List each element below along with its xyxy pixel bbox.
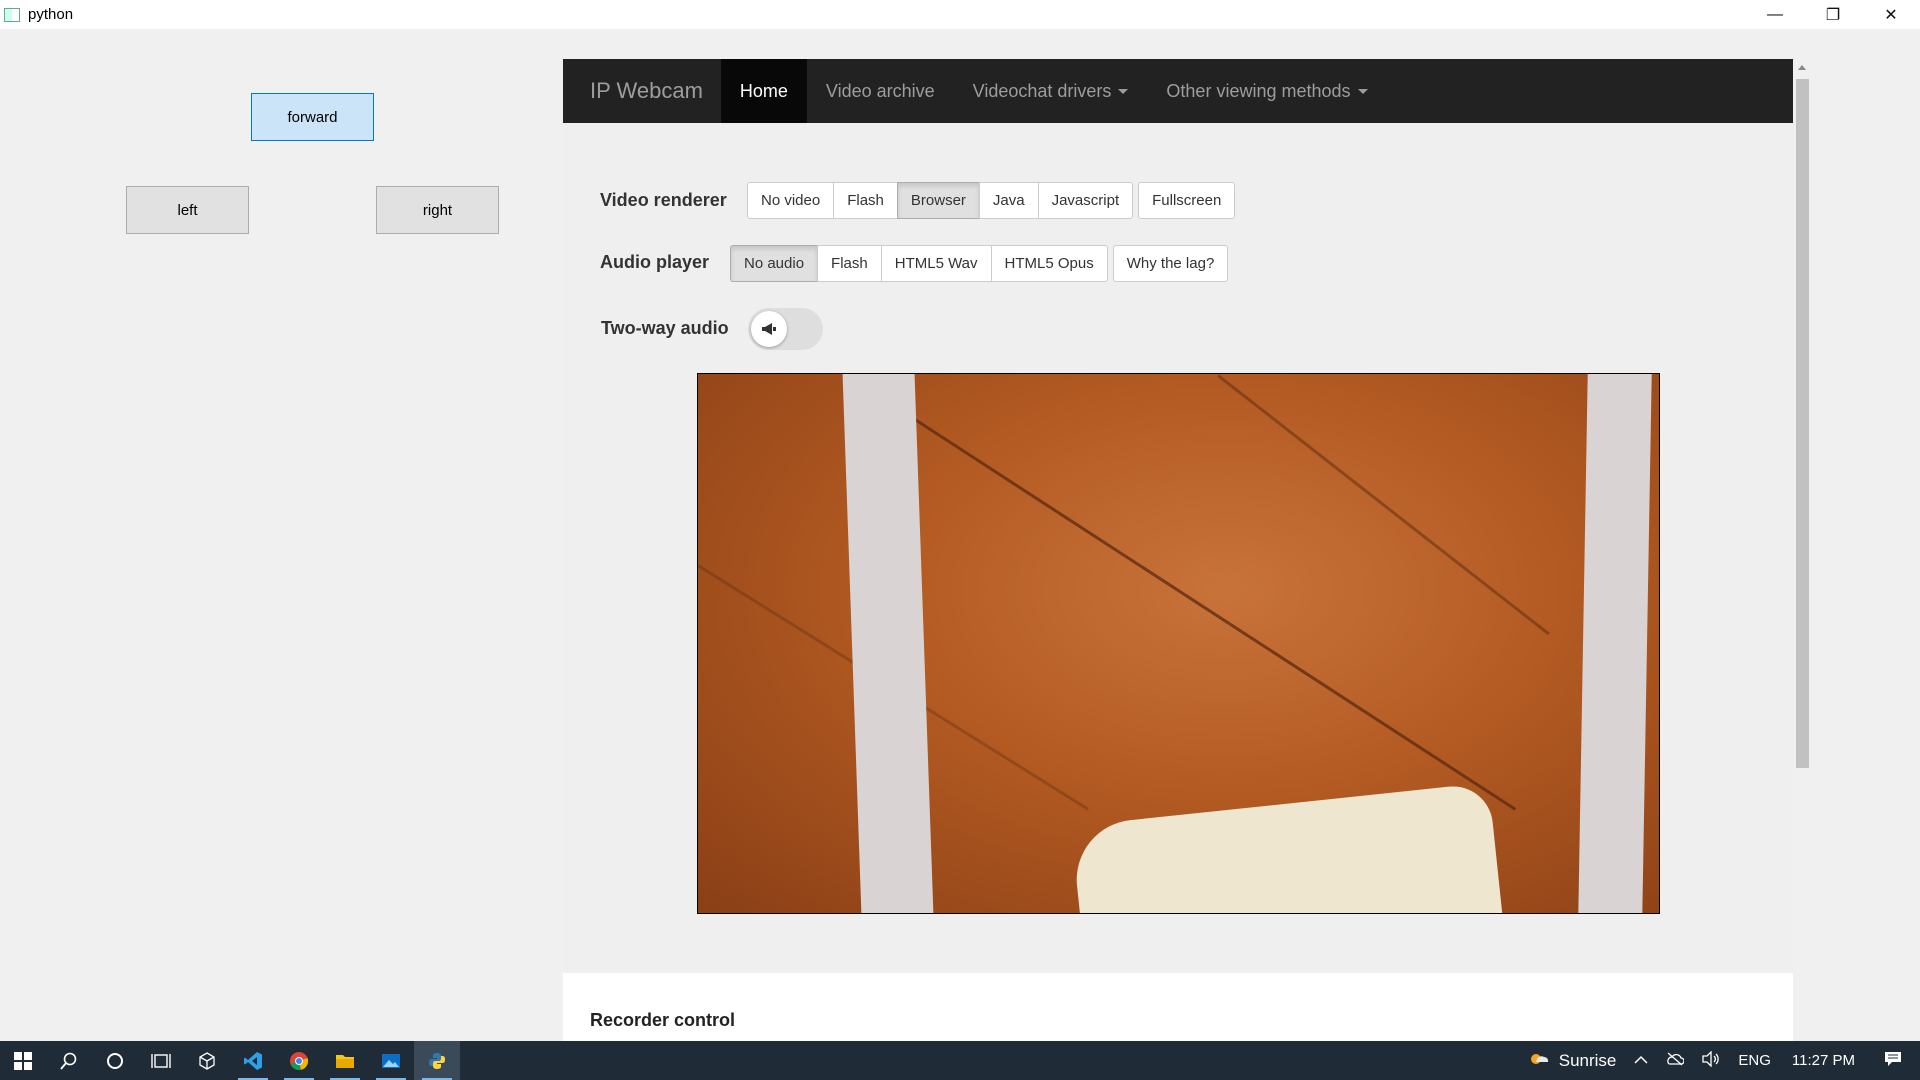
taskbar: Sunrise ENG 11:27 PM <box>0 1041 1920 1080</box>
recorder-card: Recorder control <box>563 973 1793 1041</box>
audio-html5-wav-button[interactable]: HTML5 Wav <box>880 245 992 282</box>
window-title: python <box>28 6 74 23</box>
floor-seam <box>1217 374 1550 636</box>
tape-stripe-right <box>1578 374 1652 913</box>
window-titlebar: python — ❐ ✕ <box>0 0 1920 29</box>
system-tray: Sunrise ENG 11:27 PM <box>1519 1041 1920 1080</box>
audio-player-label: Audio player <box>600 252 710 272</box>
megaphone-icon <box>751 311 787 347</box>
task-view-icon[interactable] <box>138 1041 184 1080</box>
close-icon[interactable]: ✕ <box>1862 0 1920 29</box>
nav-other-viewing-methods-label: Other viewing methods <box>1166 80 1351 101</box>
video-javascript-button[interactable]: Javascript <box>1037 182 1134 219</box>
minimize-icon[interactable]: — <box>1746 0 1804 29</box>
video-renderer-label: Video renderer <box>600 190 727 210</box>
two-way-audio-toggle[interactable] <box>748 308 823 350</box>
forward-button[interactable]: forward <box>251 93 374 141</box>
nav-home[interactable]: Home <box>720 59 807 123</box>
search-icon[interactable] <box>46 1041 92 1080</box>
vertical-scrollbar[interactable] <box>1794 59 1811 1041</box>
clock[interactable]: 11:27 PM <box>1792 1052 1855 1069</box>
nav-videochat-drivers-label: Videochat drivers <box>972 80 1112 101</box>
window-controls: — ❐ ✕ <box>1746 0 1920 29</box>
fullscreen-button[interactable]: Fullscreen <box>1138 182 1236 219</box>
python-icon[interactable] <box>414 1041 460 1080</box>
app-icon <box>4 7 20 22</box>
windows-start-icon[interactable] <box>0 1041 46 1080</box>
nav-other-viewing-methods[interactable]: Other viewing methods <box>1147 59 1386 123</box>
right-button[interactable]: right <box>376 186 499 234</box>
video-renderer-group: No video Flash Browser Java Javascript F… <box>747 182 1236 219</box>
volume-icon[interactable] <box>1702 1049 1720 1071</box>
webview: IP Webcam Home Video archive Videochat d… <box>563 59 1793 1041</box>
photos-app-icon[interactable] <box>368 1041 414 1080</box>
why-the-lag-button[interactable]: Why the lag? <box>1112 245 1229 282</box>
left-button[interactable]: left <box>126 186 249 234</box>
tape-stripe-left <box>842 374 934 913</box>
chevron-up-icon[interactable] <box>1634 1052 1648 1069</box>
two-way-audio-label: Two-way audio <box>601 318 729 338</box>
audio-flash-button[interactable]: Flash <box>817 245 882 282</box>
audio-html5-opus-button[interactable]: HTML5 Opus <box>990 245 1108 282</box>
network-offline-icon[interactable] <box>1666 1052 1685 1070</box>
video-browser-button[interactable]: Browser <box>896 182 980 219</box>
audio-no-audio-button[interactable]: No audio <box>730 245 819 282</box>
control-panel: forward left right <box>0 29 560 1041</box>
video-java-button[interactable]: Java <box>978 182 1039 219</box>
video-stream <box>697 373 1660 914</box>
video-no-video-button[interactable]: No video <box>747 182 835 219</box>
weather-icon[interactable] <box>1528 1050 1550 1072</box>
scrollbar-thumb[interactable] <box>1796 79 1809 768</box>
caret-down-icon <box>1118 88 1129 94</box>
restore-icon[interactable]: ❐ <box>1804 0 1862 29</box>
nav-video-archive-label: Video archive <box>825 80 935 101</box>
scroll-up-icon[interactable] <box>1798 65 1806 70</box>
notification-icon[interactable] <box>1884 1051 1902 1071</box>
floor-seam <box>877 394 1517 811</box>
nav-videochat-drivers[interactable]: Videochat drivers <box>954 59 1148 123</box>
navbar: IP Webcam Home Video archive Videochat d… <box>563 59 1793 123</box>
language-indicator[interactable]: ENG <box>1738 1052 1771 1069</box>
3d-viewer-icon[interactable] <box>184 1041 230 1080</box>
vscode-icon[interactable] <box>230 1041 276 1080</box>
caret-down-icon <box>1357 88 1368 94</box>
nav-home-label: Home <box>739 80 788 101</box>
video-flash-button[interactable]: Flash <box>833 182 898 219</box>
audio-player-group: No audio Flash HTML5 Wav HTML5 Opus Why … <box>730 245 1229 282</box>
navbar-brand[interactable]: IP Webcam <box>563 59 721 123</box>
cortana-icon[interactable] <box>92 1041 138 1080</box>
cloth-object <box>1070 782 1506 913</box>
weather-text[interactable]: Sunrise <box>1559 1051 1617 1071</box>
recorder-title: Recorder control <box>590 1010 736 1030</box>
chrome-icon[interactable] <box>276 1041 322 1080</box>
nav-video-archive[interactable]: Video archive <box>807 59 954 123</box>
file-explorer-icon[interactable] <box>322 1041 368 1080</box>
